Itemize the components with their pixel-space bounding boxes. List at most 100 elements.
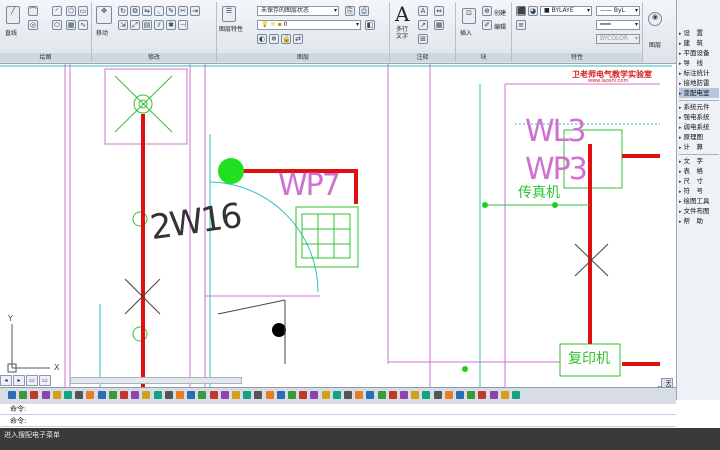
tab-model[interactable]: ▭ [26, 375, 38, 386]
horizontal-scrollbar[interactable] [70, 377, 242, 384]
toolbar-tool-icon[interactable] [366, 391, 375, 399]
command-input[interactable]: 命令: [0, 416, 676, 427]
color-combo[interactable]: ■ BYLAYE ▾ [540, 6, 592, 16]
line-icon[interactable]: ╱ [6, 6, 20, 24]
toolbar-tool-icon[interactable] [489, 391, 498, 399]
toolbar-tool-icon[interactable] [131, 391, 140, 399]
lineweight-combo[interactable]: ━━━ ▾ [596, 20, 640, 30]
toolbar-tool-icon[interactable] [243, 391, 252, 399]
toolbar-tool-icon[interactable] [97, 391, 106, 399]
sidebar-item-architecture[interactable]: 建 筑 [679, 38, 719, 48]
sidebar-item-grounding[interactable]: 接地防雷 [679, 78, 719, 88]
sidebar-item-wire[interactable]: 导 线 [679, 58, 719, 68]
sidebar-item-weak-system[interactable]: 弱电系统 [679, 122, 719, 132]
toolbar-tool-icon[interactable] [500, 391, 509, 399]
sidebar-item-substation[interactable]: 变配电室 [679, 88, 719, 98]
toolbar-tool-icon[interactable] [108, 391, 117, 399]
toolbar-tool-icon[interactable] [19, 391, 28, 399]
toolbar-tool-icon[interactable] [164, 391, 173, 399]
toolbar-tool-icon[interactable] [310, 391, 319, 399]
spline-icon[interactable]: ∿ [78, 20, 88, 30]
tab-prev-icon[interactable]: ◂ [0, 375, 12, 386]
layer-match-icon[interactable]: ⎙ [359, 6, 369, 16]
sidebar-item-dimension[interactable]: 尺 寸 [679, 176, 719, 186]
toolbar-tool-icon[interactable] [276, 391, 285, 399]
polyline-icon[interactable]: ⌒ [28, 6, 38, 16]
edit-block-icon[interactable]: ✐ [482, 20, 492, 30]
toolbar-tool-icon[interactable] [209, 391, 218, 399]
toolbar-tool-icon[interactable] [220, 391, 229, 399]
sidebar-item-text[interactable]: 文 字 [679, 156, 719, 166]
toolbar-tool-icon[interactable] [64, 391, 72, 399]
erase-icon[interactable]: ✎ [166, 6, 176, 16]
toolbar-tool-icon[interactable] [355, 391, 364, 399]
sidebar-item-calculate[interactable]: 计 算 [679, 142, 719, 152]
mirror-icon[interactable]: ⇋ [142, 6, 152, 16]
toolbar-tool-icon[interactable] [377, 391, 386, 399]
toolbar-tool-icon[interactable] [411, 391, 420, 399]
toolbar-tool-icon[interactable] [30, 391, 39, 399]
layer-walk-icon[interactable]: ⇄ [293, 34, 303, 44]
explode-icon[interactable]: ✱ [166, 20, 176, 30]
sidebar-item-help[interactable]: 帮 助 [679, 216, 719, 226]
table-icon[interactable]: ▦ [434, 20, 444, 30]
toolbar-tool-icon[interactable] [388, 391, 397, 399]
match-properties-icon[interactable]: ⬛ [516, 6, 526, 16]
toolbar-tool-icon[interactable] [120, 391, 128, 399]
array-icon[interactable]: ▤ [142, 20, 152, 30]
sidebar-item-schematic[interactable]: 原理图 [679, 132, 719, 142]
sidebar-item-table[interactable]: 表 格 [679, 166, 719, 176]
ellipse-icon[interactable]: ⬭ [52, 20, 62, 30]
toolbar-tool-icon[interactable] [265, 391, 274, 399]
toolbar-tool-icon[interactable] [321, 391, 330, 399]
move-icon[interactable]: ✥ [96, 6, 112, 24]
mtext-icon[interactable]: A [395, 2, 409, 26]
toolbar-tool-icon[interactable] [332, 391, 341, 399]
layer-state-icon[interactable]: ⎘ [345, 6, 355, 16]
rotate-icon[interactable]: ↻ [118, 6, 128, 16]
sidebar-item-plan-equipment[interactable]: 平面设备 [679, 48, 719, 58]
leader-icon[interactable]: ↗ [418, 20, 428, 30]
toolbar-tool-icon[interactable] [512, 391, 520, 399]
break-icon[interactable]: ⊣ [178, 20, 188, 30]
toolbar-tool-icon[interactable] [86, 391, 95, 399]
toolbar-tool-icon[interactable] [400, 391, 408, 399]
toolbar-tool-icon[interactable] [467, 391, 476, 399]
stretch-icon[interactable]: ⇲ [118, 20, 128, 30]
extend-icon[interactable]: ⇥ [190, 6, 200, 16]
annotation-scale-icon[interactable]: ⊞ [418, 34, 428, 44]
toolbar-tool-icon[interactable] [142, 391, 151, 399]
hatch-icon[interactable]: ▦ [66, 20, 76, 30]
insert-icon[interactable]: ⊡ [462, 8, 476, 24]
list-icon[interactable]: ≡ [516, 20, 526, 30]
toolbar-tool-icon[interactable] [232, 391, 240, 399]
toolbar-tool-icon[interactable] [52, 391, 61, 399]
toolbar-tool-icon[interactable] [8, 391, 16, 399]
rectangle-icon[interactable]: ▭ [78, 6, 88, 16]
toolbar-tool-icon[interactable] [433, 391, 442, 399]
toolbar-tool-icon[interactable] [176, 391, 184, 399]
circle-icon[interactable]: ◎ [28, 20, 38, 30]
toolbar-tool-icon[interactable] [422, 391, 431, 399]
toolbar-tool-icon[interactable] [187, 391, 196, 399]
layer-extra-icon[interactable]: ◉ [648, 12, 662, 26]
toolbar-tool-icon[interactable] [344, 391, 352, 399]
toolbar-tool-icon[interactable] [444, 391, 453, 399]
toolbar-tool-icon[interactable] [288, 391, 296, 399]
drawing-canvas[interactable]: Y X WP7 2W16 WL3 WP3 传真机 复印机 卫老师电气教学实验室 … [0, 64, 672, 387]
toolbar-tool-icon[interactable] [153, 391, 162, 399]
sidebar-item-settings[interactable]: 设 置 [679, 28, 719, 38]
layer-freeze-icon[interactable]: ❄ [269, 34, 279, 44]
toolbar-tool-icon[interactable] [299, 391, 308, 399]
layer-isolate-icon[interactable]: ◧ [365, 20, 375, 30]
tab-next-icon[interactable]: ▸ [13, 375, 25, 386]
layer-properties-icon[interactable]: ☰ [222, 6, 236, 22]
linetype-combo[interactable]: —— ByL ▾ [596, 6, 640, 16]
offset-icon[interactable]: ⫽ [154, 20, 164, 30]
scale-icon[interactable]: ⤢ [130, 20, 140, 30]
current-layer-combo[interactable]: 💡 ☼ ▪ 0 ▾ [257, 20, 361, 30]
trim-icon[interactable]: ✂ [178, 6, 188, 16]
toolbar-tool-icon[interactable] [41, 391, 50, 399]
sidebar-item-annotation-stats[interactable]: 标注统计 [679, 68, 719, 78]
sidebar-item-strong-system[interactable]: 强电系统 [679, 112, 719, 122]
